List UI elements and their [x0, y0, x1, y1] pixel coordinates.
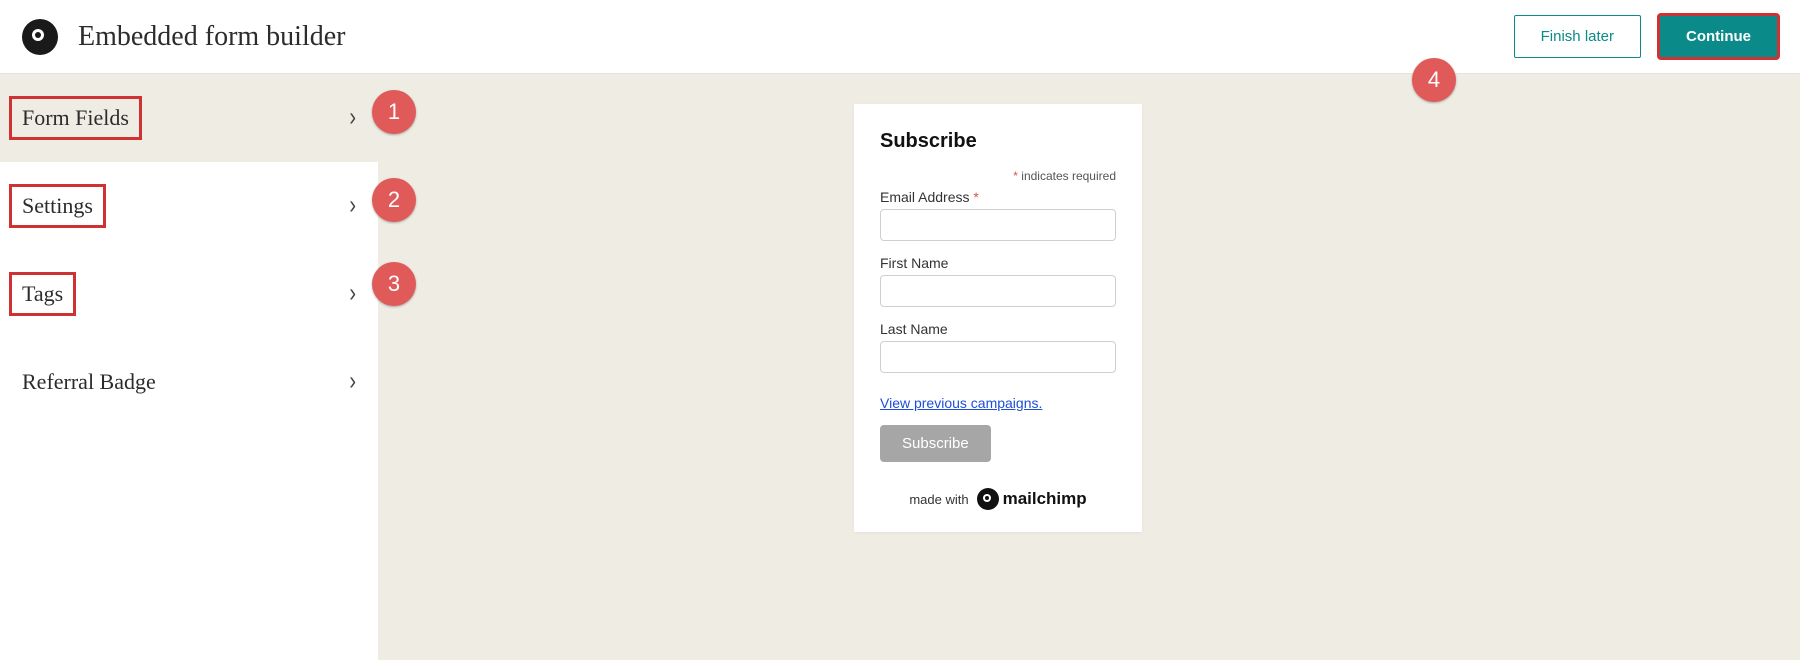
field-first-name: First Name: [880, 255, 1116, 307]
chevron-right-icon: ›: [349, 279, 356, 309]
callout-badge-1: 1: [372, 90, 416, 134]
field-label: First Name: [880, 255, 1116, 271]
chevron-right-icon: ›: [349, 103, 356, 133]
chevron-right-icon: ›: [349, 367, 356, 397]
email-input[interactable]: [880, 209, 1116, 241]
form-title: Subscribe: [880, 130, 1116, 153]
finish-later-button[interactable]: Finish later: [1514, 15, 1641, 58]
required-indicator-note: * indicates required: [880, 169, 1116, 183]
asterisk-icon: *: [973, 189, 978, 205]
page-title: Embedded form builder: [78, 21, 345, 53]
field-label-text: Email Address: [880, 189, 969, 205]
field-label: Last Name: [880, 321, 1116, 337]
field-label: Email Address *: [880, 189, 1116, 205]
subscribe-button[interactable]: Subscribe: [880, 425, 991, 462]
callout-badge-2: 2: [372, 178, 416, 222]
mailchimp-logo-icon: [977, 488, 999, 510]
body: Form Fields › Settings › Tags › Referral…: [0, 74, 1800, 660]
field-email: Email Address *: [880, 189, 1116, 241]
sidebar-item-referral-badge[interactable]: Referral Badge ›: [0, 338, 378, 426]
callout-badge-4: 4: [1412, 58, 1456, 102]
sidebar-item-settings[interactable]: Settings ›: [0, 162, 378, 250]
topbar: Embedded form builder Finish later Conti…: [0, 0, 1800, 74]
first-name-input[interactable]: [880, 275, 1116, 307]
sidebar-item-tags[interactable]: Tags ›: [0, 250, 378, 338]
mailchimp-logo-icon: [22, 19, 58, 55]
last-name-input[interactable]: [880, 341, 1116, 373]
made-with-text: made with: [909, 492, 968, 507]
chevron-right-icon: ›: [349, 191, 356, 221]
view-previous-campaigns-link[interactable]: View previous campaigns.: [880, 395, 1042, 411]
sidebar-item-label: Referral Badge: [22, 369, 156, 395]
preview-canvas: Subscribe * indicates required Email Add…: [378, 74, 1800, 660]
topbar-right: Finish later Continue: [1514, 15, 1778, 58]
continue-button[interactable]: Continue: [1659, 15, 1778, 58]
mailchimp-brand-text: mailchimp: [1003, 489, 1087, 509]
callout-badge-3: 3: [372, 262, 416, 306]
field-last-name: Last Name: [880, 321, 1116, 373]
made-with-mailchimp: made with mailchimp: [880, 488, 1116, 510]
sidebar-item-form-fields[interactable]: Form Fields ›: [0, 74, 378, 162]
embedded-form-preview: Subscribe * indicates required Email Add…: [854, 104, 1142, 532]
sidebar: Form Fields › Settings › Tags › Referral…: [0, 74, 378, 660]
mailchimp-brand: mailchimp: [977, 488, 1087, 510]
sidebar-item-label: Form Fields: [12, 99, 139, 137]
required-note-text: indicates required: [1018, 169, 1116, 183]
sidebar-item-label: Settings: [12, 187, 103, 225]
topbar-left: Embedded form builder: [22, 19, 345, 55]
sidebar-item-label: Tags: [12, 275, 73, 313]
